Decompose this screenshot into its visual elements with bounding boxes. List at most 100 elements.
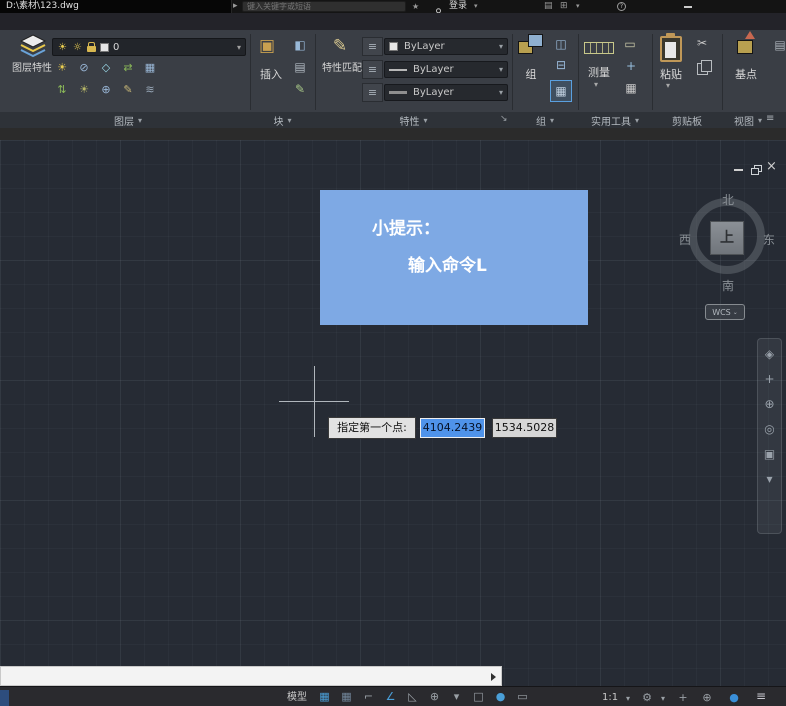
viewcube-south[interactable]: 南 [720,277,736,294]
group-selection-toggle[interactable]: ▦ [550,80,572,102]
color-dropdown-caret-icon[interactable]: ▾ [499,42,503,51]
panel-label-layers[interactable]: 图层▾ [8,112,248,128]
viewcube-top-face[interactable]: 上 [710,221,744,255]
group-button[interactable]: 组 [513,66,549,82]
login-caret-icon[interactable]: ▾ [474,0,478,13]
block-edit-icon[interactable]: ◧ [292,38,308,52]
scale-caret-icon[interactable]: ▾ [621,691,635,706]
layer-combo-caret-icon[interactable]: ▾ [237,43,241,52]
match-properties-button[interactable]: 特性匹配 [320,62,364,77]
dyn-y-field[interactable]: 1534.5028 [492,418,557,438]
panel-label-clipboard[interactable]: 剪贴板 [652,112,722,128]
isolate-objects-icon[interactable]: ⊕ [700,690,714,705]
layer-off-icon[interactable]: ☀ [54,61,70,74]
viewcube-north[interactable]: 北 [720,191,736,208]
show-motion-icon[interactable]: ▣ [762,447,778,461]
panel-label-group[interactable]: 组▾ [512,112,578,128]
iso-draft-icon[interactable]: ◺ [406,690,419,703]
pan-hand-icon[interactable]: + [762,372,778,386]
settings-gear-icon[interactable]: ⚙ [640,690,654,705]
polar-tracking-icon[interactable]: ∠ [384,690,397,703]
app-minimize-icon[interactable] [684,6,692,8]
group-edit-icon[interactable]: ⊟ [551,58,571,72]
view-extra-icon[interactable]: ▤ [772,38,786,52]
layer-walk-icon[interactable]: ▦ [142,61,158,74]
lineweight-dropdown-caret-icon[interactable]: ▾ [499,65,503,74]
selection-cycling-icon[interactable]: ▭ [516,690,529,703]
linetype-dropdown-caret-icon[interactable]: ▾ [499,88,503,97]
search-input[interactable] [242,1,406,12]
plotstyle-tool[interactable]: ≡ [362,83,383,102]
layer-match-icon[interactable]: ⇄ [120,61,136,74]
lineweight-dropdown[interactable]: ByLayer ▾ [384,61,508,78]
viewcube-west[interactable]: 西 [677,231,693,248]
osnap-icon[interactable]: ▾ [450,690,463,703]
tab-expand-icon[interactable]: ▸ [233,0,238,13]
ungroup-icon[interactable]: ◫ [551,37,571,51]
layer-restore-icon[interactable]: ⇅ [54,83,70,96]
horizontal-scrollbar[interactable] [0,666,502,686]
osnap-tracking-icon[interactable]: ⊕ [428,690,441,703]
annotation-plus-icon[interactable]: + [676,690,690,705]
properties-dialog-launcher-icon[interactable]: ↘ [500,114,508,124]
wcs-button[interactable]: WCS ⌄ [705,304,745,320]
doc-restore-icon[interactable] [751,165,761,174]
model-tab[interactable]: 模型 [287,690,307,705]
navbar-more-icon[interactable]: ▾ [762,472,778,486]
dynamic-input-icon[interactable]: ● [494,690,507,703]
tray-caret-icon[interactable]: ▾ [576,0,580,13]
linetype-tool[interactable]: ≡ [362,37,383,56]
insert-block-icon[interactable]: ▣ [256,36,278,56]
measure-button[interactable]: 测量 [580,64,618,80]
lineweight-icon[interactable]: □ [472,690,485,703]
ortho-mode-icon[interactable]: ⌐ [362,690,375,703]
layer-freeze-icon[interactable]: ◇ [98,61,114,74]
help-icon[interactable]: ? [617,2,626,11]
id-point-icon[interactable]: ▭ [622,37,638,51]
navigation-bar[interactable]: ◈+⊕◎▣▾ [757,338,782,534]
panel-label-block[interactable]: 块▾ [250,112,315,128]
viewcube-east[interactable]: 东 [761,231,777,248]
doc-close-icon[interactable]: × [766,160,777,173]
paste-caret-icon[interactable]: ▾ [666,81,670,90]
annotation-scale[interactable]: 1:1 [602,690,618,705]
measure-caret-icon[interactable]: ▾ [594,80,598,89]
quick-select-icon[interactable]: + [623,59,639,73]
dyn-x-field[interactable]: 4104.2439 [420,418,485,438]
layer-properties-button[interactable]: 图层特性 [10,62,54,77]
lineweight-tool[interactable]: ≡ [362,60,383,79]
orbit-icon[interactable]: ◎ [762,422,778,436]
cut-icon[interactable]: ✂ [694,36,710,50]
color-dropdown[interactable]: ByLayer ▾ [384,38,508,55]
layer-isolate-icon[interactable]: ⊘ [76,61,92,74]
block-define-icon[interactable]: ✎ [292,82,308,96]
favorites-icon[interactable]: ★ [412,0,419,13]
layer-merge-icon[interactable]: ⊕ [98,83,114,96]
zoom-icon[interactable]: ⊕ [762,397,778,411]
insert-button[interactable]: 插入 [250,66,292,82]
file-tab[interactable]: D:\素材\123.dwg [0,0,232,13]
calculator-icon[interactable]: ▦ [623,81,639,95]
tray-icon-a[interactable]: ▤ [544,0,553,13]
base-button[interactable]: 基点 [728,66,764,82]
customize-menu-icon[interactable]: ≡ [754,689,768,704]
gear-caret-icon[interactable]: ▾ [656,691,670,706]
layer-combo[interactable]: ☀ ☼ 0 ▾ [52,38,246,56]
ribbon-options-icon[interactable]: ≡ [766,113,774,124]
drawing-canvas[interactable]: × 小提示： 输入命令L 北 西 东 南 上 WCS ⌄ ◈+⊕◎▣▾ 指定第一… [0,140,786,686]
layer-on-icon[interactable]: ☀ [76,83,92,96]
doc-minimize-icon[interactable] [734,169,743,171]
tray-icon-b[interactable]: ⊞ [560,0,568,13]
grid-display-icon[interactable]: ▦ [318,690,331,703]
snap-mode-icon[interactable]: ▦ [340,690,353,703]
block-attr-icon[interactable]: ▤ [292,60,308,74]
panel-label-properties[interactable]: 特性▾ [315,112,512,128]
scroll-right-icon[interactable] [491,673,496,681]
linetype-dropdown[interactable]: ByLayer ▾ [384,84,508,101]
hardware-accel-icon[interactable]: ● [727,690,741,705]
paste-button[interactable]: 粘贴 [654,66,688,82]
layer-settings-icon[interactable]: ≋ [142,83,158,96]
panel-label-utilities[interactable]: 实用工具▾ [578,112,652,128]
login-button[interactable]: 登录 [449,0,467,13]
copy-icon[interactable] [697,60,711,74]
